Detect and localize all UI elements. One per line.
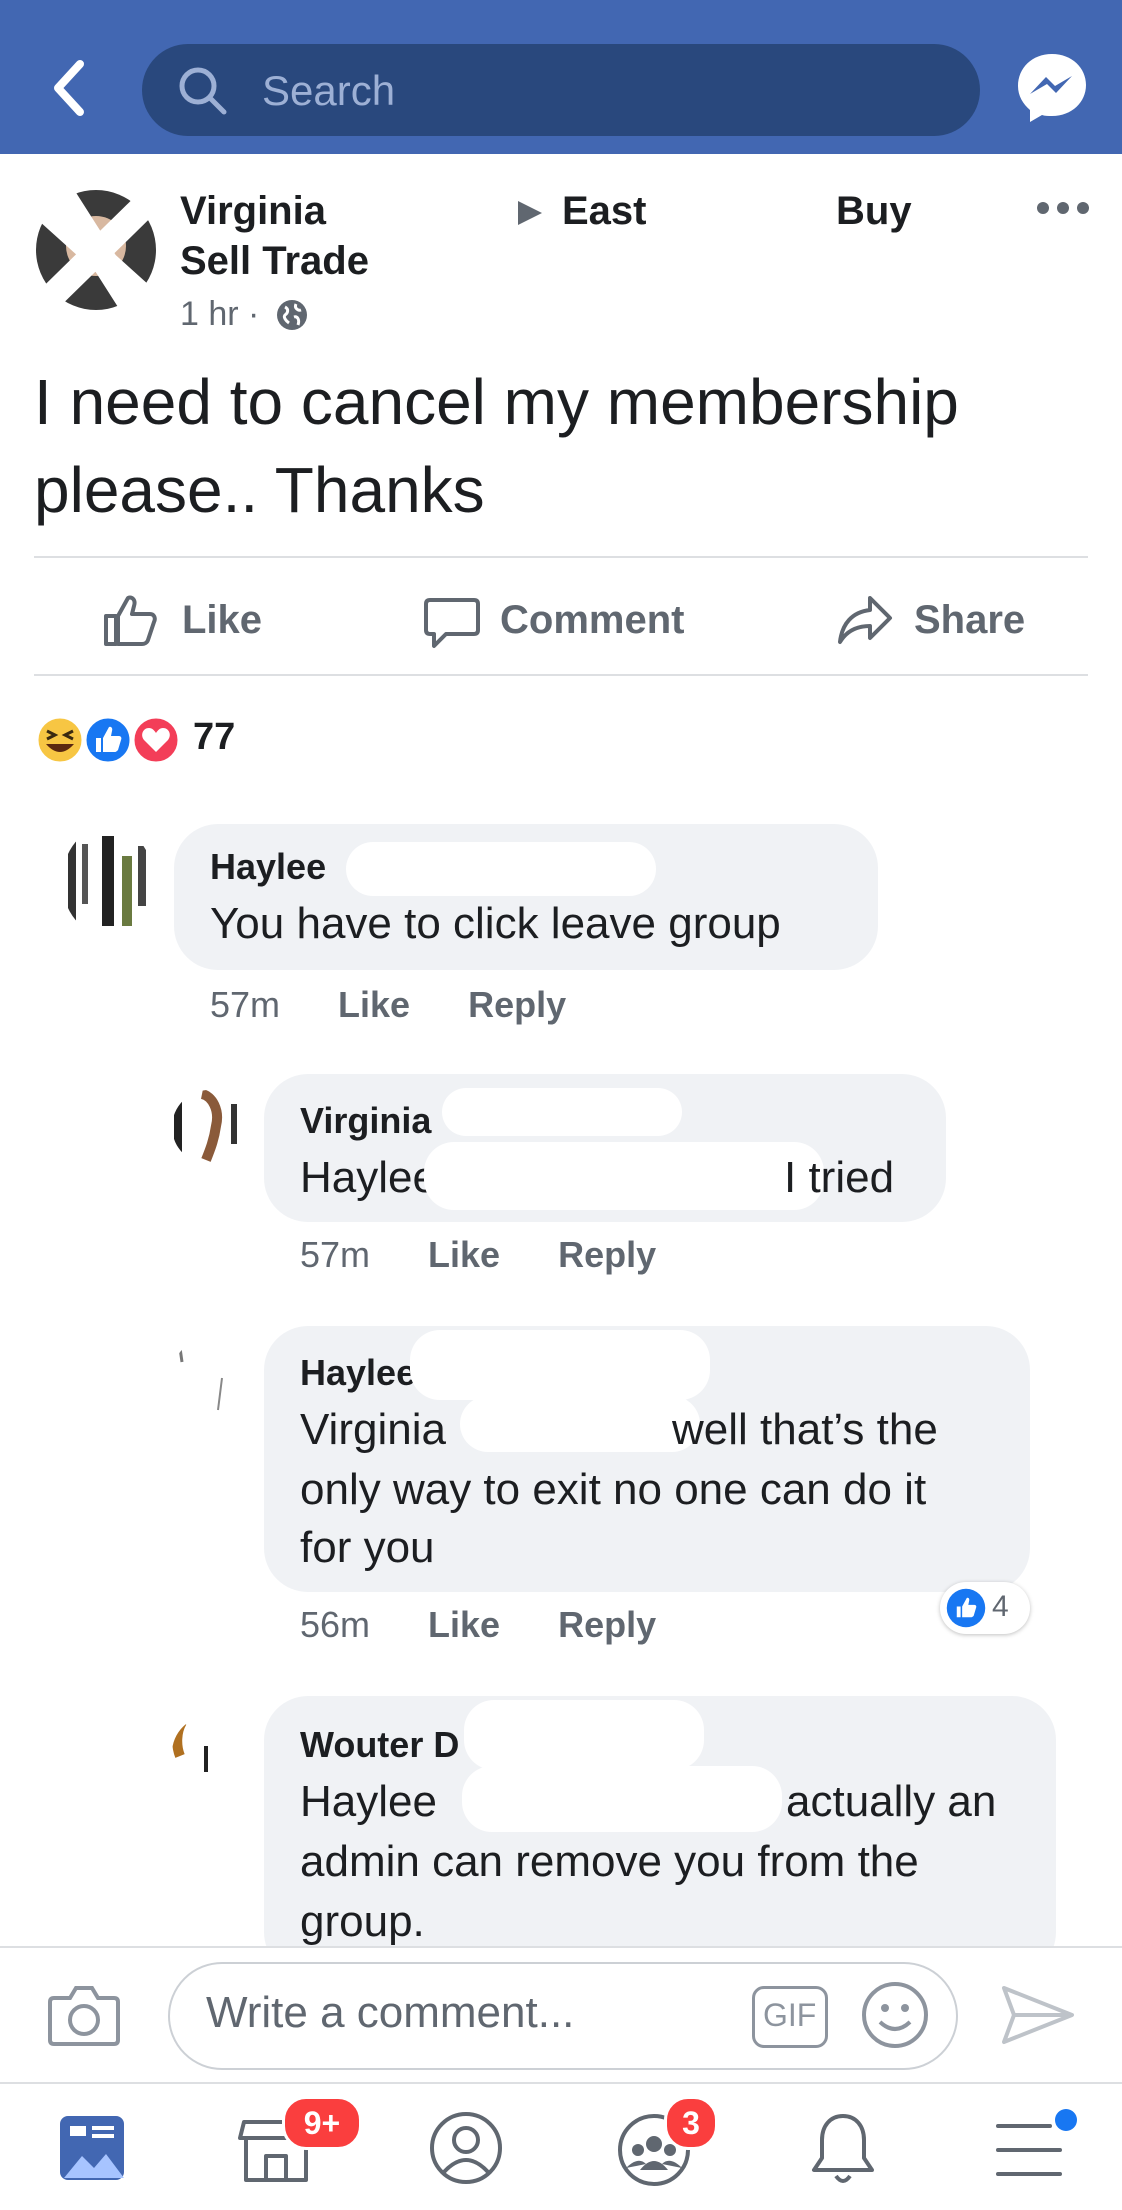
- bottom-tab-bar: [0, 2082, 1122, 2210]
- comment-like-count: 4: [992, 1590, 1009, 1623]
- share-label: Share: [914, 598, 1026, 642]
- comment-like-link[interactable]: Like: [428, 1604, 500, 1645]
- comment-reply-link[interactable]: Reply: [558, 1234, 656, 1275]
- redaction: [346, 842, 656, 896]
- comment-bubble: Haylee You have to click leave group: [174, 824, 878, 970]
- group-name-suffix[interactable]: Buy: [836, 186, 912, 236]
- divider: [34, 674, 1088, 676]
- post-time: 1 hr ·: [180, 295, 260, 333]
- commenter-avatar[interactable]: [172, 1338, 246, 1412]
- like-label: Like: [182, 598, 263, 642]
- comment-text-line3: group.: [300, 1897, 425, 1946]
- commenter-avatar[interactable]: [172, 1716, 246, 1790]
- like-reaction-icon: [83, 715, 133, 765]
- reaction-count[interactable]: 77: [193, 716, 235, 759]
- commenter-name[interactable]: Haylee: [300, 1352, 416, 1394]
- comment-icon: [424, 598, 480, 648]
- comment-reaction-pill[interactable]: 4: [940, 1582, 1030, 1634]
- post-text: I need to cancel my membership please.. …: [34, 366, 959, 526]
- send-icon[interactable]: [1000, 1984, 1076, 2046]
- search-icon: [179, 67, 227, 115]
- reactions-summary[interactable]: [34, 714, 184, 766]
- redaction: [410, 1330, 710, 1400]
- commenter-name[interactable]: Virginia: [300, 1100, 431, 1142]
- comment-input-placeholder: Write a comment...: [206, 1988, 575, 2037]
- comment-mention[interactable]: Virginia: [300, 1400, 446, 1460]
- comment-meta: 57m Like Reply: [210, 984, 566, 1026]
- author-avatar[interactable]: [34, 188, 158, 312]
- comment-text-line2: only way to exit no one can do it: [300, 1465, 927, 1514]
- comment-reply-link[interactable]: Reply: [468, 984, 566, 1025]
- messenger-icon[interactable]: [1014, 50, 1090, 126]
- gif-label: GIF: [763, 1997, 817, 2033]
- globe-icon: [277, 300, 307, 330]
- commenter-name[interactable]: Haylee: [210, 846, 326, 888]
- gif-button[interactable]: GIF: [752, 1986, 828, 2048]
- profile-icon[interactable]: [428, 2110, 504, 2186]
- share-icon: [838, 596, 892, 644]
- group-name-line2[interactable]: Sell Trade: [180, 236, 369, 286]
- comment-like-link[interactable]: Like: [338, 984, 410, 1025]
- back-arrow-icon[interactable]: [48, 58, 88, 118]
- share-button[interactable]: Share: [836, 590, 1036, 650]
- comment-reply-link[interactable]: Reply: [558, 1604, 656, 1645]
- comment-like-link[interactable]: Like: [428, 1234, 500, 1275]
- comment-text-line1: well that’s the: [672, 1405, 938, 1454]
- comment-bubble: Haylee Virginia well that’s the only way…: [264, 1326, 1030, 1592]
- commenter-avatar[interactable]: [172, 1090, 246, 1164]
- comment-text-line1: actually an: [786, 1777, 997, 1826]
- comment-bubble: Wouter D Haylee actually an admin can re…: [264, 1696, 1056, 1976]
- more-options-icon[interactable]: [1036, 198, 1090, 218]
- triangle-arrow-icon: [518, 201, 542, 225]
- thumbs-up-icon: [104, 595, 157, 646]
- divider: [34, 556, 1088, 558]
- comment-mention[interactable]: Haylee: [300, 1148, 437, 1208]
- comment-time: 56m: [300, 1604, 371, 1645]
- groups-badge: 3: [664, 2096, 718, 2150]
- emoji-icon[interactable]: [860, 1980, 930, 2050]
- comment-text: I tried: [784, 1153, 895, 1202]
- redaction: [462, 1766, 782, 1832]
- comment-meta: 57m Like Reply: [300, 1234, 656, 1276]
- redaction: [424, 1142, 824, 1210]
- redaction: [460, 1396, 700, 1452]
- comment-bubble: Virginia Haylee I tried: [264, 1074, 946, 1222]
- like-reaction-icon: [946, 1588, 986, 1628]
- search-placeholder: Search: [262, 67, 396, 114]
- redaction: [464, 1700, 704, 1770]
- comment-mention[interactable]: Haylee: [300, 1772, 437, 1832]
- comment-meta: 56m Like Reply: [300, 1604, 656, 1646]
- redaction: [442, 1088, 682, 1136]
- love-reaction-icon: [131, 715, 181, 765]
- group-name[interactable]: East: [562, 186, 647, 236]
- like-button[interactable]: Like: [102, 590, 282, 650]
- comment-text-line2: admin can remove you from the: [300, 1837, 919, 1886]
- news-feed-icon[interactable]: [56, 2112, 128, 2184]
- comment-text-line3: for you: [300, 1523, 435, 1572]
- commenter-name[interactable]: Wouter D: [300, 1724, 459, 1766]
- comment-time: 57m: [300, 1234, 371, 1275]
- comment-label: Comment: [500, 598, 685, 642]
- post-author-name[interactable]: Virginia: [180, 186, 326, 236]
- notifications-bell-icon[interactable]: [808, 2110, 878, 2188]
- commenter-avatar[interactable]: [62, 826, 154, 936]
- menu-icon[interactable]: [994, 2106, 1084, 2186]
- comment-button[interactable]: Comment: [424, 590, 704, 650]
- marketplace-badge: 9+: [282, 2096, 362, 2150]
- comment-text: You have to click leave group: [210, 899, 781, 948]
- comment-time: 57m: [210, 984, 281, 1025]
- haha-reaction-icon: [35, 715, 85, 765]
- camera-icon[interactable]: [48, 1982, 120, 2046]
